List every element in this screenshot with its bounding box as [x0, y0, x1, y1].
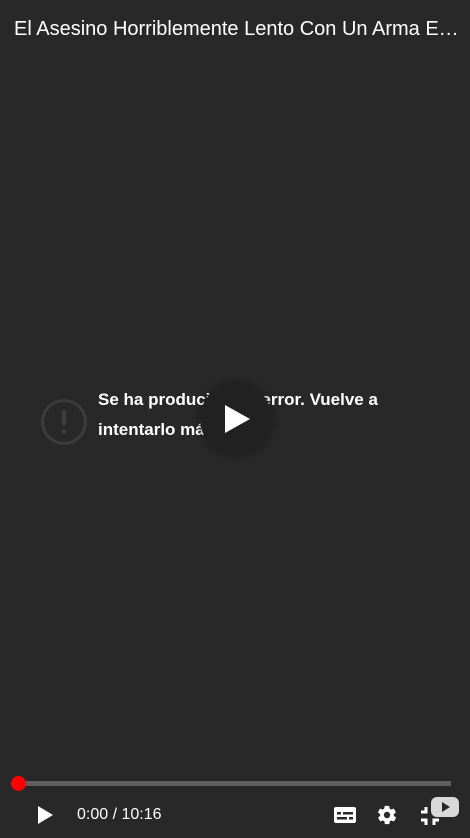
large-play-button[interactable] [200, 383, 272, 455]
youtube-logo-icon[interactable] [431, 797, 459, 817]
current-time: 0:00 [77, 806, 109, 823]
duration: 10:16 [121, 806, 162, 823]
time-display: 0:00 / 10:16 [77, 805, 162, 825]
time-separator: / [108, 806, 122, 823]
exclamation-circle-icon [41, 399, 87, 445]
play-icon [225, 405, 250, 433]
play-button[interactable] [35, 805, 55, 825]
settings-button[interactable] [376, 804, 398, 826]
subtitles-button[interactable] [333, 805, 357, 825]
progress-scrubber-handle[interactable] [11, 776, 26, 791]
video-player[interactable]: El Asesino Horriblemente Lento Con Un Ar… [0, 0, 470, 838]
progress-bar[interactable] [18, 781, 451, 786]
video-title[interactable]: El Asesino Horriblemente Lento Con Un Ar… [14, 16, 462, 42]
gear-icon [377, 805, 397, 825]
play-icon [38, 806, 53, 824]
subtitles-icon [334, 807, 356, 823]
